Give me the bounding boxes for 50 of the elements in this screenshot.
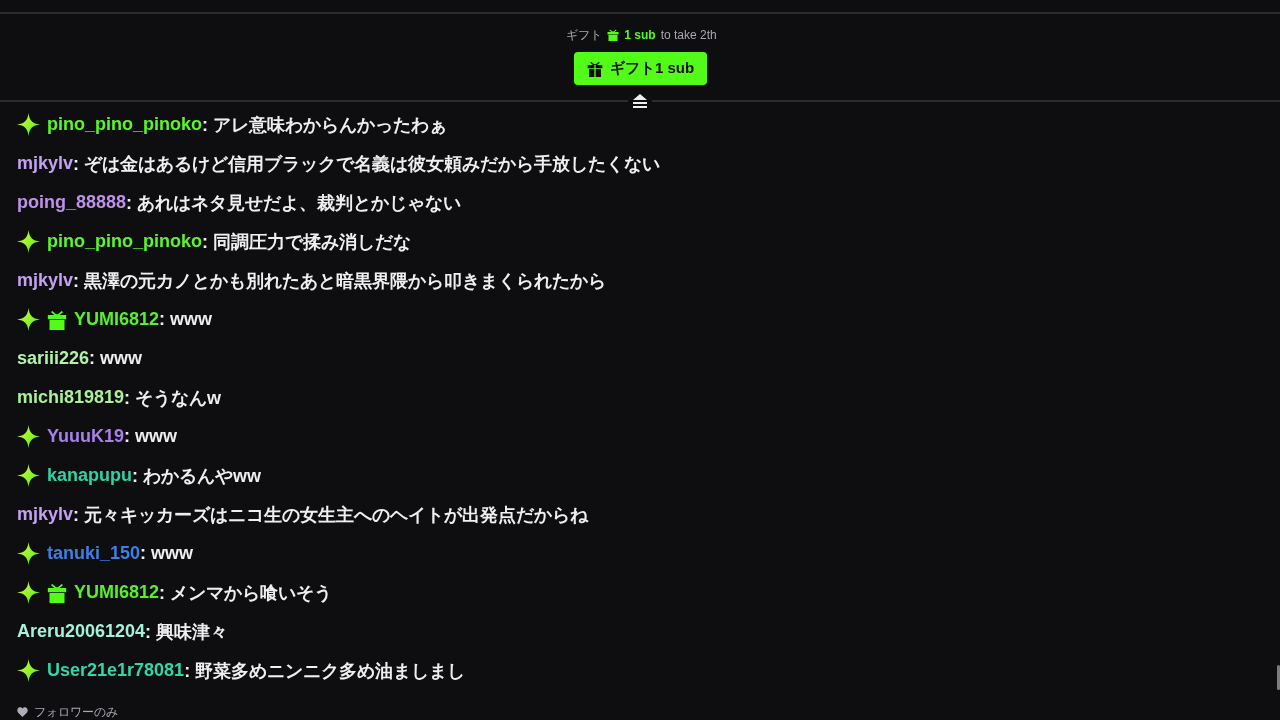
sparkle-badge-icon — [17, 659, 40, 682]
username[interactable]: kanapupu — [47, 465, 132, 486]
message-text: : 野菜多めニンニク多め油ましまし — [184, 659, 466, 683]
heart-icon — [17, 707, 28, 717]
username[interactable]: pino_pino_pinoko — [47, 231, 202, 252]
message-text: : そうなんw — [124, 386, 222, 410]
message-text: : www — [124, 426, 178, 447]
gift-icon — [586, 60, 603, 77]
message-text: : www — [140, 543, 194, 564]
eject-icon[interactable] — [632, 94, 648, 108]
message-text: : 興味津々 — [145, 620, 229, 644]
username[interactable]: sariii226 — [17, 348, 90, 369]
message-text: : アレ意味わからんかったわぁ — [202, 113, 447, 137]
username[interactable]: YUMI6812 — [74, 309, 160, 330]
follower-only-label: フォロワーのみ — [34, 703, 118, 720]
sparkle-badge-icon — [17, 464, 40, 487]
username[interactable]: poing_88888 — [17, 192, 127, 213]
sparkle-badge-icon — [17, 308, 40, 331]
message-text: : ぞは金はあるけど信用ブラックで名義は彼女頼みだから手放したくない — [73, 152, 661, 176]
sparkle-badge-icon — [17, 542, 40, 565]
message-text: : www — [159, 309, 213, 330]
username[interactable]: YuuuK19 — [47, 426, 125, 447]
gift-icon — [47, 309, 67, 330]
gift-prompt-text: ギフト — [566, 26, 603, 44]
username[interactable]: michi819819 — [17, 387, 125, 408]
username[interactable]: mjkylv — [17, 270, 74, 291]
username[interactable]: User21e1r78081 — [47, 660, 185, 681]
message-text: : 黒澤の元カノとかも別れたあと暗黒界隈から叩きまくられたから — [73, 269, 607, 293]
message-text: : わかるんやww — [132, 464, 261, 488]
username[interactable]: mjkylv — [17, 153, 74, 174]
sparkle-badge-icon — [17, 581, 40, 604]
username[interactable]: mjkylv — [17, 504, 74, 525]
sub-count-text: 1 sub — [624, 28, 656, 42]
username[interactable]: pino_pino_pinoko — [47, 114, 202, 135]
sparkle-badge-icon — [17, 113, 40, 136]
sparkle-badge-icon — [17, 230, 40, 253]
gift-icon — [47, 582, 67, 603]
message-text: : www — [89, 348, 143, 369]
message-text: : メンマから喰いそう — [159, 581, 333, 605]
username[interactable]: tanuki_150 — [47, 543, 141, 564]
username[interactable]: YUMI6812 — [74, 582, 160, 603]
username[interactable]: Areru20061204 — [17, 621, 146, 642]
gift-prompt-text: to take 2th — [660, 28, 717, 42]
message-text: : あれはネタ見せだよ、裁判とかじゃない — [126, 191, 462, 215]
sparkle-badge-icon — [17, 425, 40, 448]
message-text: : 元々キッカーズはニコ生の女生主へのヘイトが出発点だからね — [73, 503, 589, 527]
gift-sub-button[interactable]: ギフト1 sub — [573, 52, 708, 85]
gift-icon — [607, 29, 620, 41]
scrollbar-thumb[interactable] — [1277, 665, 1280, 690]
message-text: : 同調圧力で揉み消しだな — [202, 230, 411, 254]
